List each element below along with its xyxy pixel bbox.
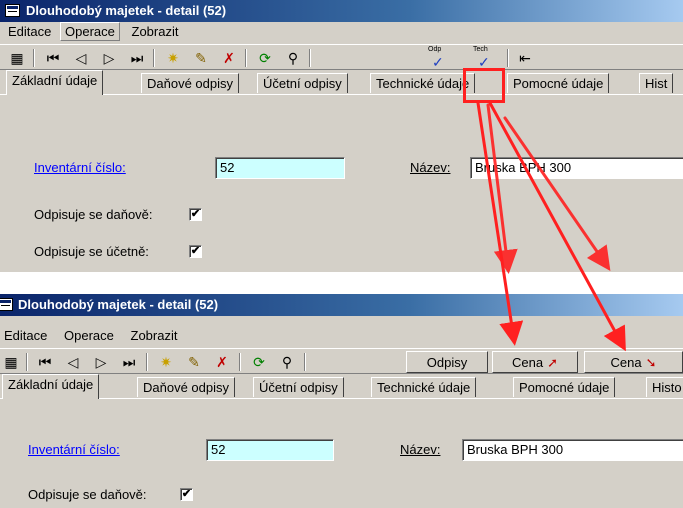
last-record-icon[interactable]: ⏭ xyxy=(118,352,140,372)
menu-zobrazit[interactable]: Zobrazit xyxy=(123,326,183,346)
prev-record-icon[interactable]: ◁ xyxy=(70,48,92,68)
tab-ucetni-odpisy[interactable]: Účetní odpisy xyxy=(253,377,344,397)
red-arrow-up-icon: ➚ xyxy=(547,355,558,370)
window-title: Dlouhodobý majetek - detail (52) xyxy=(18,297,219,312)
tab-historie[interactable]: Histo xyxy=(646,377,683,397)
tab-danove-odpisy[interactable]: Daňové odpisy xyxy=(137,377,235,397)
find-binoculars-icon[interactable]: ⚲ xyxy=(282,48,304,68)
delete-record-icon[interactable]: ✗ xyxy=(211,352,233,372)
tax-depreciation-label: Odpisuje se daňově: xyxy=(34,207,153,222)
edit-record-icon[interactable]: ✎ xyxy=(190,48,212,68)
tab-pomocne-udaje[interactable]: Pomocné údaje xyxy=(507,73,610,93)
window-titlebar: Dlouhodobý majetek - detail (52) xyxy=(0,0,683,22)
find-binoculars-icon[interactable]: ⚲ xyxy=(276,352,298,372)
bottom-window: Dlouhodobý majetek - detail (52) Editace… xyxy=(0,294,683,508)
odpisy-button[interactable]: Odpisy xyxy=(406,351,488,373)
form-icon xyxy=(5,4,20,17)
annotation-highlight-box xyxy=(463,68,505,103)
tab-ucetni-odpisy[interactable]: Účetní odpisy xyxy=(257,73,348,93)
refresh-icon[interactable]: ⟳ xyxy=(248,352,270,372)
tab-technicke-udaje[interactable]: Technické údaje xyxy=(370,73,476,93)
accounting-depreciation-label: Odpisuje se účetně: xyxy=(34,244,149,259)
tab-historie[interactable]: Hist xyxy=(639,73,674,93)
grid-view-icon[interactable]: ▦ xyxy=(6,48,28,68)
next-record-icon[interactable]: ▷ xyxy=(90,352,112,372)
menu-editace[interactable]: Editace xyxy=(0,22,56,42)
toolbar: ▦ ⏮ ◁ ▷ ⏭ ✷ ✎ ✗ ⟳ ⚲ Odp ✓ Tech ✓ ⇤ xyxy=(0,44,683,70)
tab-pomocne-udaje[interactable]: Pomocné údaje xyxy=(513,377,616,397)
tab-zakladni-udaje[interactable]: Základní údaje xyxy=(2,374,100,399)
first-record-icon[interactable]: ⏮ xyxy=(42,48,64,68)
form-icon xyxy=(0,298,13,311)
grid-view-icon[interactable]: ▦ xyxy=(0,352,22,372)
refresh-icon[interactable]: ⟳ xyxy=(254,48,276,68)
tab-danove-odpisy[interactable]: Daňové odpisy xyxy=(141,73,239,93)
tab-strip: Základní údaje Daňové odpisy Účetní odpi… xyxy=(0,70,683,95)
cena-up-button[interactable]: Cena ➚ xyxy=(492,351,578,373)
top-window: Dlouhodobý majetek - detail (52) Editace… xyxy=(0,0,683,272)
name-label: Název: xyxy=(410,160,451,175)
menu-zobrazit[interactable]: Zobrazit xyxy=(124,22,184,42)
name-field[interactable]: Bruska BPH 300 xyxy=(462,439,683,461)
inventory-number-field[interactable]: 52 xyxy=(215,157,345,179)
prev-record-icon[interactable]: ◁ xyxy=(62,352,84,372)
window-titlebar: Dlouhodobý majetek - detail (52) xyxy=(0,294,683,316)
next-record-icon[interactable]: ▷ xyxy=(98,48,120,68)
odpisy-check-button[interactable]: Odp ✓ xyxy=(424,46,454,70)
cena-down-button[interactable]: Cena ➘ xyxy=(584,351,683,373)
tech-check-button[interactable]: Tech ✓ xyxy=(470,46,500,70)
inventory-number-label[interactable]: Inventární číslo: xyxy=(34,160,126,175)
name-field[interactable]: Bruska BPH 300 xyxy=(470,157,683,179)
name-label: Název: xyxy=(400,442,441,457)
toolbar: ▦ ⏮ ◁ ▷ ⏭ ✷ ✎ ✗ ⟳ ⚲ Odpisy Cena ➚ Cena ➘ xyxy=(0,348,683,374)
menu-editace[interactable]: Editace xyxy=(0,326,52,346)
inventory-number-label[interactable]: Inventární číslo: xyxy=(28,442,120,457)
exit-door-icon[interactable]: ⇤ xyxy=(514,48,536,68)
window-title: Dlouhodobý majetek - detail (52) xyxy=(26,3,227,18)
first-record-icon[interactable]: ⏮ xyxy=(34,352,56,372)
red-arrow-down-icon: ➘ xyxy=(645,355,657,370)
tab-zakladni-udaje[interactable]: Základní údaje xyxy=(6,70,104,95)
edit-record-icon[interactable]: ✎ xyxy=(183,352,205,372)
menu-operace[interactable]: Operace xyxy=(56,326,119,346)
tab-technicke-udaje[interactable]: Technické údaje xyxy=(371,377,477,397)
checkmark-icon: ✓ xyxy=(432,54,444,70)
inventory-number-field[interactable]: 52 xyxy=(206,439,334,461)
menubar: Editace Operace Zobrazit xyxy=(0,326,683,346)
new-record-icon[interactable]: ✷ xyxy=(155,352,177,372)
tax-depreciation-checkbox[interactable]: ✔ xyxy=(189,208,202,221)
last-record-icon[interactable]: ⏭ xyxy=(126,48,148,68)
menu-operace[interactable]: Operace xyxy=(60,22,120,41)
tax-depreciation-label: Odpisuje se daňově: xyxy=(28,487,147,502)
menubar: Editace Operace Zobrazit xyxy=(0,22,683,42)
tax-depreciation-checkbox[interactable]: ✔ xyxy=(180,488,193,501)
tab-strip: Základní údaje Daňové odpisy Účetní odpi… xyxy=(0,374,683,399)
delete-record-icon[interactable]: ✗ xyxy=(218,48,240,68)
new-record-icon[interactable]: ✷ xyxy=(162,48,184,68)
accounting-depreciation-checkbox[interactable]: ✔ xyxy=(189,245,202,258)
